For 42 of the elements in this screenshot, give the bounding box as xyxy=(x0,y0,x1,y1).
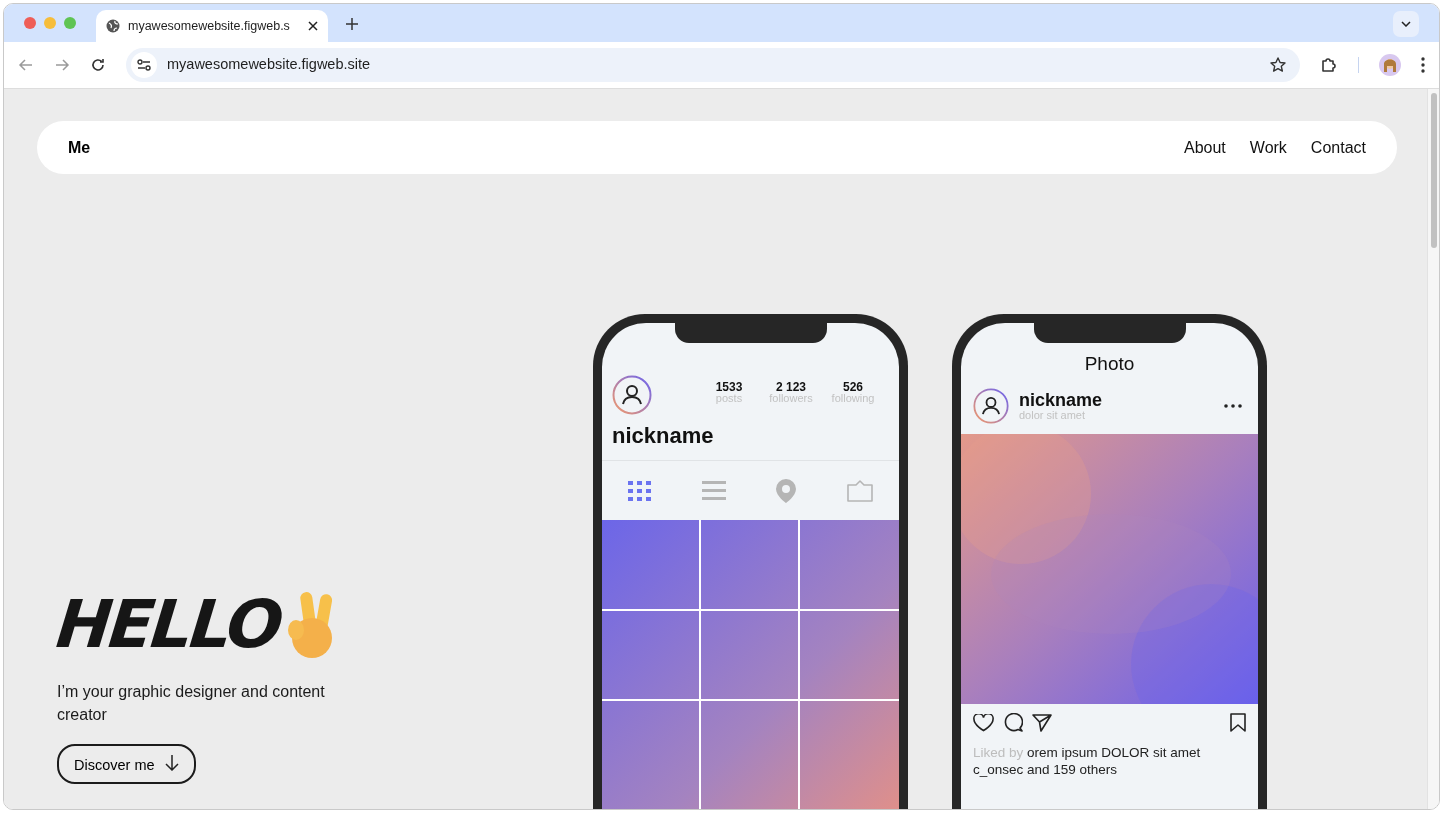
send-icon[interactable] xyxy=(1032,713,1052,732)
heart-icon[interactable] xyxy=(973,713,994,732)
stat-value: 2 123 xyxy=(776,381,806,393)
profile-avatar-icon[interactable] xyxy=(1379,54,1401,76)
screen-title: Photo xyxy=(1084,353,1135,375)
new-tab-icon[interactable] xyxy=(346,18,358,30)
forward-icon[interactable] xyxy=(54,57,70,73)
hello-heading: HELLO xyxy=(53,590,284,660)
site-settings-button[interactable] xyxy=(131,52,157,78)
chevron-down-icon xyxy=(1401,21,1411,27)
scrollbar-thumb[interactable] xyxy=(1430,93,1437,248)
back-icon[interactable] xyxy=(18,57,34,73)
browser-tab[interactable]: myawesomewebsite.figweb.s xyxy=(96,10,328,42)
globe-icon xyxy=(106,19,120,33)
hero-subtitle: I’m your graphic designer and content creator xyxy=(57,682,326,725)
menu-icon[interactable] xyxy=(1421,57,1425,73)
avatar-icon xyxy=(973,388,1009,424)
tune-icon xyxy=(137,59,151,71)
tab-search-button[interactable] xyxy=(1393,11,1419,37)
comment-icon[interactable] xyxy=(1003,713,1023,732)
stat-value: 1533 xyxy=(715,381,743,393)
discover-button[interactable]: Discover me xyxy=(57,744,196,784)
grid-icon[interactable] xyxy=(626,479,653,502)
avatar-icon xyxy=(612,375,652,415)
more-icon[interactable] xyxy=(1224,404,1242,408)
stat-value: 526 xyxy=(843,381,863,393)
profile-nickname: nickname xyxy=(611,422,715,450)
likes-text: Liked by orem ipsum DOLOR sit amet c_onsec and 159 others xyxy=(972,744,1202,778)
url-text: myawesomewebsite.figweb.site xyxy=(167,55,371,75)
nav-link[interactable]: Contact xyxy=(1310,135,1366,160)
post-nickname: nickname xyxy=(1019,391,1103,409)
puzzle-icon[interactable] xyxy=(1320,56,1338,74)
brand-logo[interactable]: Me xyxy=(68,135,91,160)
bookmark-icon[interactable] xyxy=(1230,713,1246,732)
reload-icon[interactable] xyxy=(90,57,106,73)
star-icon[interactable] xyxy=(1270,57,1286,73)
address-bar[interactable]: myawesomewebsite.figweb.site xyxy=(126,48,1300,82)
close-icon[interactable] xyxy=(308,21,318,31)
nav-link[interactable]: Work xyxy=(1249,135,1287,160)
arrow-down-icon xyxy=(164,755,179,771)
tab-title: myawesomewebsite.figweb.s xyxy=(128,17,290,35)
nav-link[interactable]: About xyxy=(1184,135,1226,160)
